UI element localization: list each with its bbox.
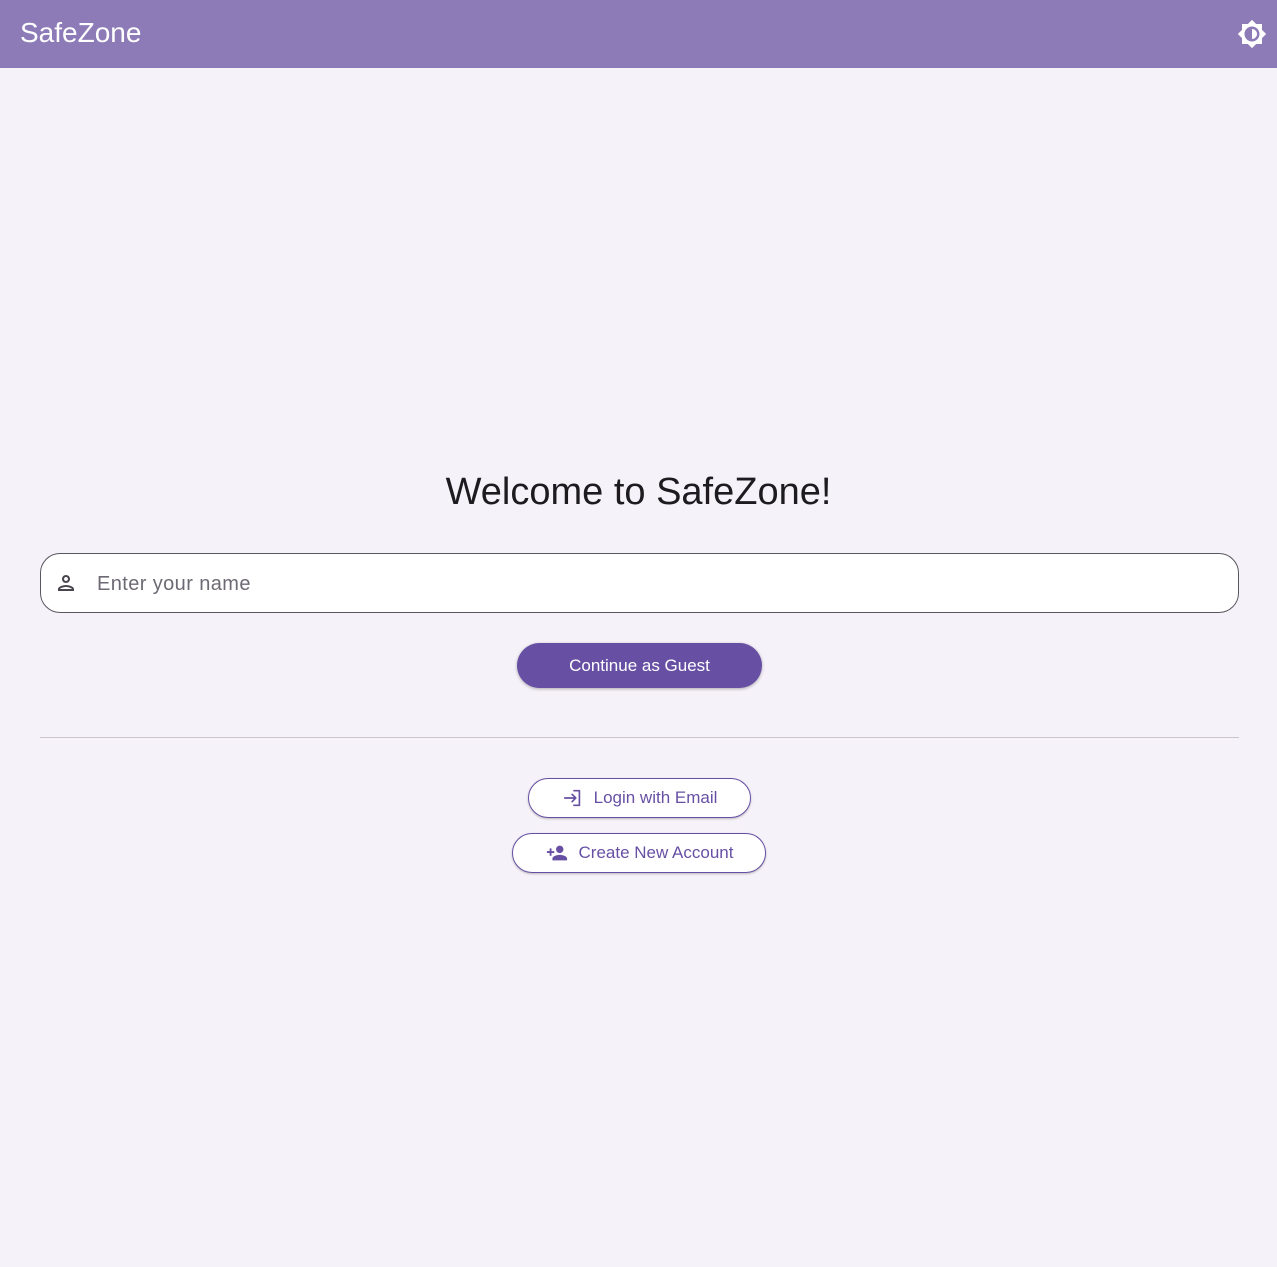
app-title: SafeZone <box>20 17 142 48</box>
create-new-account-button[interactable]: Create New Account <box>512 833 766 873</box>
divider <box>40 737 1239 738</box>
create-new-account-label: Create New Account <box>578 843 734 862</box>
login-with-email-button[interactable]: Login with Email <box>528 778 751 818</box>
name-field[interactable] <box>40 553 1239 613</box>
app-bar: SafeZone <box>0 0 1277 68</box>
login-icon <box>563 789 580 807</box>
brightness-icon <box>1237 19 1267 49</box>
continue-as-guest-label: Continue as Guest <box>569 655 710 675</box>
welcome-heading: Welcome to SafeZone! <box>445 471 832 513</box>
name-input[interactable] <box>95 562 1219 606</box>
person-icon <box>58 575 74 591</box>
continue-as-guest-button[interactable]: Continue as Guest <box>517 643 762 688</box>
person-add-icon <box>546 845 567 861</box>
login-with-email-label: Login with Email <box>593 788 718 807</box>
theme-toggle-button[interactable] <box>1235 17 1269 51</box>
